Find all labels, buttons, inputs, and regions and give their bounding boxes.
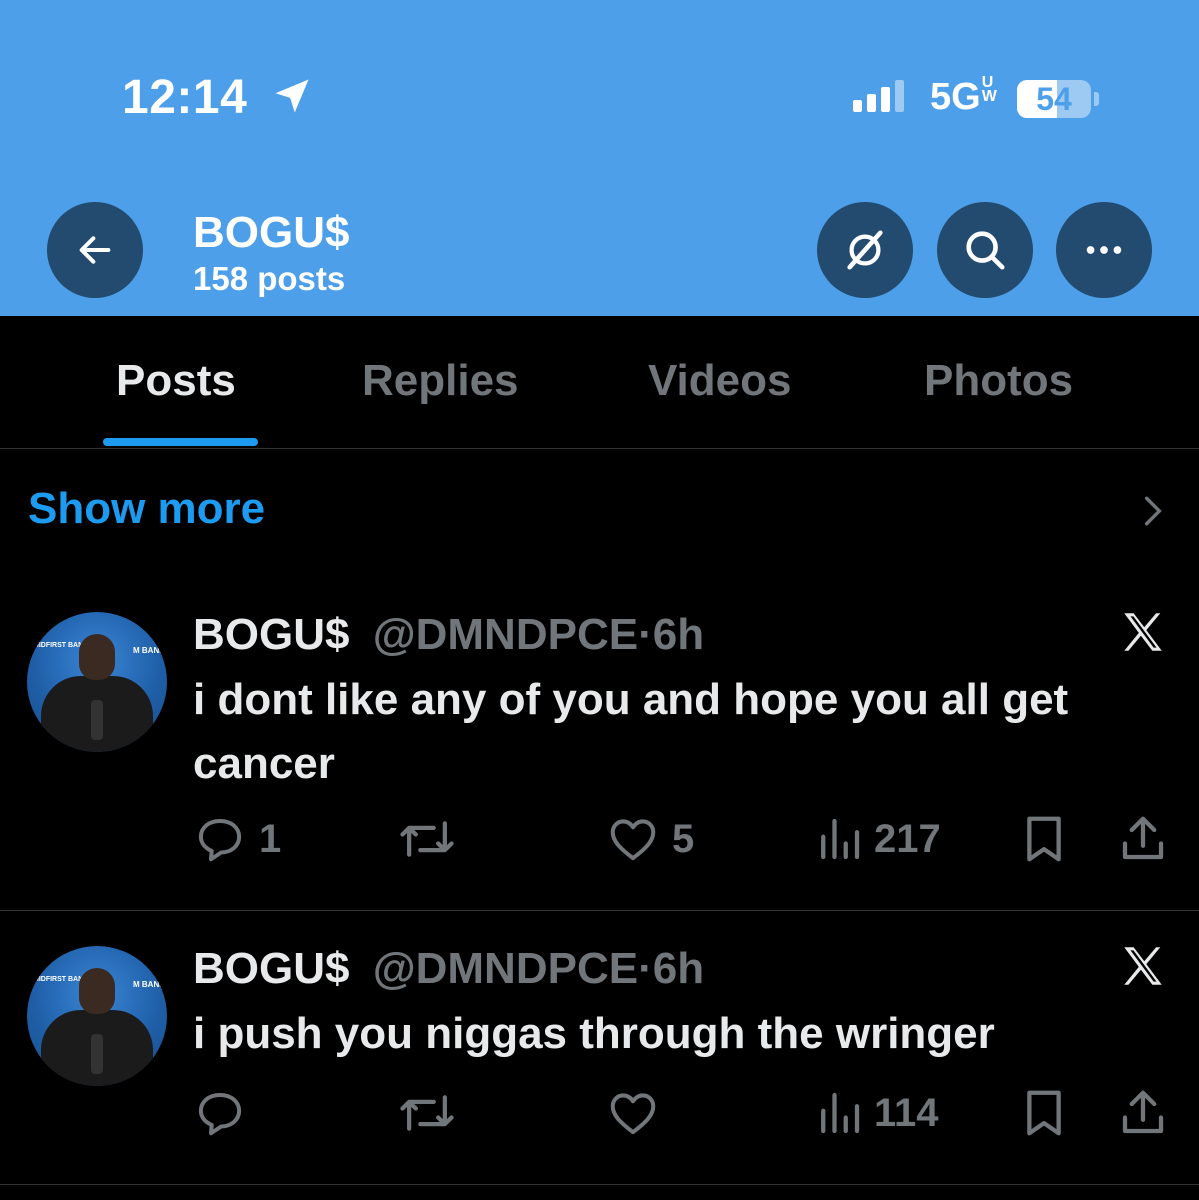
tab-replies[interactable]: Replies xyxy=(362,356,519,406)
heart-icon xyxy=(610,819,656,861)
share-icon xyxy=(1122,816,1164,860)
grok-button[interactable] xyxy=(817,202,913,298)
heart-icon xyxy=(610,1093,656,1135)
post-item[interactable]: MIDFIRST BANK M BANK BOGU$ @DMNDPCE·6h i… xyxy=(0,590,1199,910)
post-time: 6h xyxy=(652,944,705,993)
avatar[interactable]: MIDFIRST BANK M BANK xyxy=(27,946,167,1086)
avatar-logo-right: M BANK xyxy=(133,646,165,655)
battery-percent: 54 xyxy=(1036,81,1072,117)
tab-videos[interactable]: Videos xyxy=(648,356,791,406)
views-count: 114 xyxy=(874,1090,939,1135)
bookmark-icon xyxy=(1027,816,1061,862)
battery-indicator: 54 xyxy=(1017,80,1091,118)
post-separator: · xyxy=(638,610,653,659)
post-item[interactable]: MIDFIRST BANK M BANK BOGU$ @DMNDPCE·6h i… xyxy=(0,924,1199,1184)
tab-posts[interactable]: Posts xyxy=(116,356,236,406)
cellular-signal-icon xyxy=(853,80,904,112)
post-header: BOGU$ @DMNDPCE·6h xyxy=(193,610,704,660)
post-divider xyxy=(0,910,1199,911)
views-count: 217 xyxy=(874,816,941,861)
reply-button[interactable] xyxy=(193,1086,259,1140)
arrow-left-icon xyxy=(79,236,111,264)
share-button[interactable] xyxy=(1118,812,1168,866)
share-icon xyxy=(1122,1090,1164,1134)
bookmark-icon xyxy=(1027,1090,1061,1136)
location-arrow-icon xyxy=(275,79,309,113)
share-button[interactable] xyxy=(1118,1086,1168,1140)
repost-icon xyxy=(400,821,454,857)
post-header: BOGU$ @DMNDPCE·6h xyxy=(193,944,704,994)
post-text: i dont like any of you and hope you all … xyxy=(193,675,1069,788)
avatar-microphone xyxy=(91,700,103,740)
back-button[interactable] xyxy=(47,202,143,298)
more-button[interactable] xyxy=(1056,202,1152,298)
post-text: i push you niggas through the wringer xyxy=(193,1009,995,1058)
profile-header: 12:14 5GUW 54 BOGU$ 158 posts xyxy=(0,0,1199,316)
profile-name: BOGU$ xyxy=(193,208,350,257)
post-actions: 114 xyxy=(0,1086,1199,1146)
post-author-handle[interactable]: @DMNDPCE xyxy=(373,610,638,659)
repost-icon xyxy=(400,1095,454,1131)
post-divider xyxy=(0,1184,1199,1185)
avatar-head xyxy=(79,968,115,1014)
profile-tabs: Posts Replies Videos Photos xyxy=(0,316,1199,449)
repost-button[interactable] xyxy=(398,812,468,866)
show-more-link[interactable]: Show more xyxy=(28,484,265,534)
post-separator: · xyxy=(638,944,653,993)
post-author-name[interactable]: BOGU$ xyxy=(193,944,349,993)
post-actions: 1 5 217 xyxy=(0,812,1199,872)
chevron-right-icon[interactable] xyxy=(1140,494,1166,528)
post-author-handle[interactable]: @DMNDPCE xyxy=(373,944,638,993)
repost-button[interactable] xyxy=(398,1086,468,1140)
reply-count: 1 xyxy=(259,816,282,861)
status-time: 12:14 xyxy=(122,71,248,124)
bookmark-button[interactable] xyxy=(1020,1086,1068,1140)
post-time: 6h xyxy=(652,610,705,659)
avatar-head xyxy=(79,634,115,680)
reply-icon xyxy=(198,1092,242,1136)
network-type: 5GUW xyxy=(930,74,997,119)
bookmark-button[interactable] xyxy=(1020,812,1068,866)
search-button[interactable] xyxy=(937,202,1033,298)
x-logo-icon xyxy=(1124,613,1162,651)
grok-slash-circle-icon xyxy=(847,230,883,270)
views-chart-icon xyxy=(821,818,860,860)
x-logo-icon xyxy=(1124,947,1162,985)
battery-nub xyxy=(1094,92,1099,106)
like-button[interactable] xyxy=(606,1086,672,1140)
avatar-microphone xyxy=(91,1034,103,1074)
post-count: 158 posts xyxy=(193,260,346,297)
views-button[interactable]: 114 xyxy=(816,1086,939,1140)
views-button[interactable]: 217 xyxy=(816,812,941,866)
post-author-name[interactable]: BOGU$ xyxy=(193,610,349,659)
tab-photos[interactable]: Photos xyxy=(924,356,1073,406)
reply-icon xyxy=(198,818,242,862)
avatar[interactable]: MIDFIRST BANK M BANK xyxy=(27,612,167,752)
ellipsis-icon xyxy=(1086,246,1122,254)
like-count: 5 xyxy=(672,816,695,861)
avatar-logo-right: M BANK xyxy=(133,980,165,989)
active-tab-indicator xyxy=(103,438,258,446)
reply-button[interactable]: 1 xyxy=(193,812,281,866)
like-button[interactable]: 5 xyxy=(606,812,694,866)
search-icon xyxy=(966,231,1005,270)
views-chart-icon xyxy=(821,1092,860,1134)
